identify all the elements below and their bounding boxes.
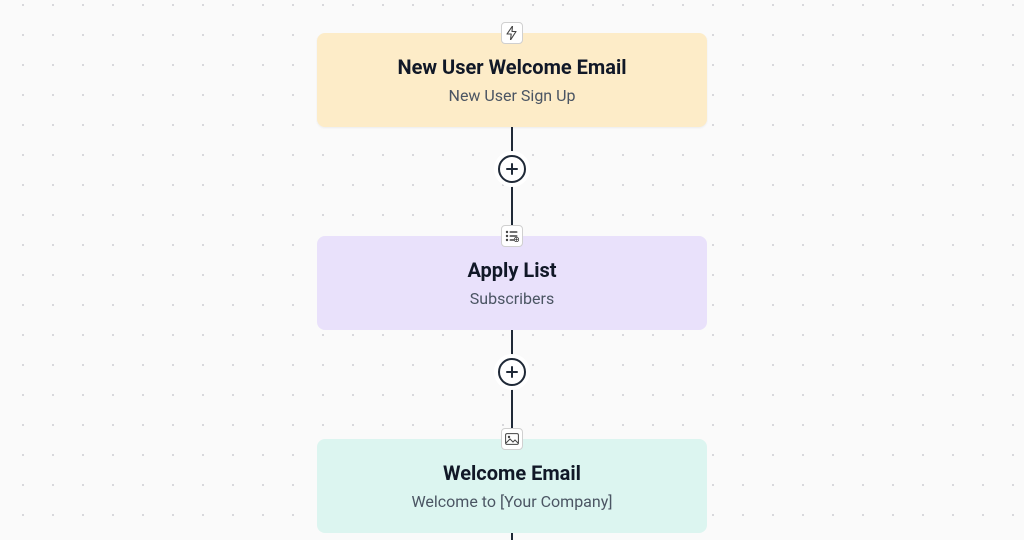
welcome-email-subtitle: Welcome to [Your Company] [337,492,687,513]
list-add-icon [501,225,523,247]
trigger-subtitle: New User Sign Up [337,86,687,107]
apply-list-subtitle: Subscribers [337,289,687,310]
apply-list-title: Apply List [337,258,687,283]
trigger-title: New User Welcome Email [337,55,687,80]
automation-canvas[interactable]: New User Welcome Email New User Sign Up … [0,0,1024,540]
plus-icon [498,155,526,183]
welcome-email-title: Welcome Email [337,461,687,486]
add-step-button[interactable] [494,151,530,187]
add-step-button[interactable] [494,354,530,390]
lightning-icon [501,22,523,44]
plus-icon [498,358,526,386]
trigger-node[interactable]: New User Welcome Email New User Sign Up [317,33,707,127]
image-mail-icon [501,428,523,450]
welcome-email-node[interactable]: Welcome Email Welcome to [Your Company] [317,439,707,533]
apply-list-node[interactable]: Apply List Subscribers [317,236,707,330]
